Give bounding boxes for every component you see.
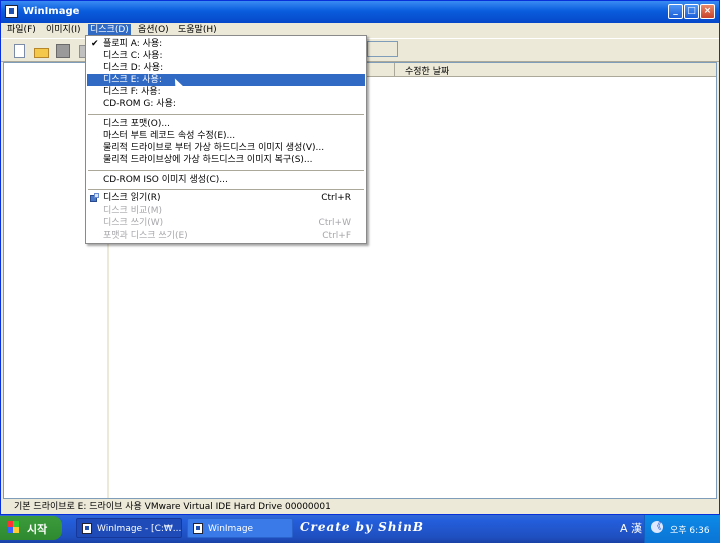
start-label: 시작 <box>27 523 48 536</box>
minimize-button[interactable]: _ <box>668 4 683 19</box>
menu-item-disk-f[interactable]: 디스크 F: 사용: <box>87 86 365 98</box>
start-button[interactable]: 시작 <box>0 516 62 540</box>
menu-item-create-iso[interactable]: CD-ROM ISO 이미지 생성(C)... <box>87 174 365 186</box>
brand-watermark: Create by ShinB <box>300 520 424 534</box>
menu-item-compare-disk: 디스크 비교(M) <box>87 205 365 217</box>
window-title: WinImage <box>23 6 80 17</box>
menu-item-cdrom-g[interactable]: CD-ROM G: 사용: <box>87 98 365 110</box>
check-icon: ✔ <box>91 39 99 49</box>
taskbar: 시작 WinImage - [C:₩... WinImage Create by… <box>0 515 720 543</box>
menu-item-format-and-write: 포맷과 디스크 쓰기(E) Ctrl+F <box>87 230 365 242</box>
winimage-app-icon[interactable] <box>5 5 18 18</box>
read-disk-icon <box>90 193 100 203</box>
menu-item-label: 디스크 D: 사용: <box>103 63 164 73</box>
system-tray: 《 오후 6:36 <box>644 515 720 543</box>
menu-item-write-disk: 디스크 쓰기(W) Ctrl+W <box>87 217 365 229</box>
menu-item-floppy-a[interactable]: ✔ 플로피 A: 사용: <box>87 38 365 50</box>
menu-item-label: 물리적 드라이브상에 가상 하드디스크 이미지 복구(S)... <box>103 155 313 165</box>
menu-item-label: 포맷과 디스크 쓰기(E) <box>103 231 188 241</box>
menu-item-label: CD-ROM ISO 이미지 생성(C)... <box>103 175 228 185</box>
status-bar: 기본 드라이브로 E: 드라이브 사용 VMware Virtual IDE H… <box>14 502 331 512</box>
column-modified-date[interactable]: 수정한 날짜 <box>405 64 449 77</box>
menu-file[interactable]: 파일(F) <box>5 24 38 36</box>
menu-item-create-vhd[interactable]: 물리적 드라이브로 부터 가상 하드디스크 이미지 생성(V)... <box>87 142 365 154</box>
disk-menu-dropdown: ✔ 플로피 A: 사용: 디스크 C: 사용: 디스크 D: 사용: 디스크 E… <box>85 35 367 244</box>
menu-item-format-disk[interactable]: 디스크 포맷(O)... <box>87 118 365 130</box>
menu-item-shortcut: Ctrl+W <box>318 218 351 228</box>
menu-item-label: 디스크 E: 사용: <box>103 75 162 85</box>
new-file-icon[interactable] <box>10 42 28 60</box>
column-separator[interactable] <box>394 63 395 76</box>
menu-item-shortcut: Ctrl+R <box>321 193 351 203</box>
menu-item-disk-c[interactable]: 디스크 C: 사용: <box>87 50 365 62</box>
menu-item-label: CD-ROM G: 사용: <box>103 99 176 109</box>
menu-separator <box>88 114 364 115</box>
maximize-button[interactable]: □ <box>684 4 699 19</box>
show-hidden-icons-icon[interactable]: 《 <box>651 521 663 533</box>
menu-item-restore-vhd[interactable]: 물리적 드라이브상에 가상 하드디스크 이미지 복구(S)... <box>87 154 365 166</box>
open-folder-icon[interactable] <box>32 42 50 60</box>
menu-item-label: 디스크 C: 사용: <box>103 51 163 61</box>
menu-item-label: 디스크 F: 사용: <box>103 87 161 97</box>
menu-item-label: 플로피 A: 사용: <box>103 39 163 49</box>
menu-separator <box>88 170 364 171</box>
windows-logo-icon <box>7 521 19 533</box>
title-bar[interactable]: WinImage _ □ × <box>1 1 719 23</box>
menu-item-label: 마스터 부트 레코드 속성 수정(E)... <box>103 131 236 141</box>
menu-item-disk-e[interactable]: 디스크 E: 사용: <box>87 74 365 86</box>
menu-item-label: 물리적 드라이브로 부터 가상 하드디스크 이미지 생성(V)... <box>103 143 325 153</box>
menu-item-label: 디스크 비교(M) <box>103 206 163 216</box>
save-icon[interactable] <box>54 42 72 60</box>
menu-item-label: 디스크 포맷(O)... <box>103 119 170 129</box>
winimage-task-icon <box>193 523 203 534</box>
close-button[interactable]: × <box>700 4 715 19</box>
menu-image[interactable]: 이미지(I) <box>44 24 83 36</box>
menu-item-disk-d[interactable]: 디스크 D: 사용: <box>87 62 365 74</box>
ime-indicator[interactable]: A 漢 <box>620 520 642 536</box>
menu-separator <box>88 189 364 190</box>
menu-item-label: 디스크 읽기(R) <box>103 193 161 203</box>
taskbar-item-winimage[interactable]: WinImage <box>187 518 293 538</box>
clock[interactable]: 오후 6:36 <box>670 523 710 536</box>
menu-item-label: 디스크 쓰기(W) <box>103 218 164 228</box>
menu-item-read-disk[interactable]: 디스크 읽기(R) Ctrl+R <box>87 192 365 204</box>
path-box[interactable] <box>367 41 398 57</box>
task-label: WinImage <box>208 524 254 534</box>
menu-item-shortcut: Ctrl+F <box>322 231 351 241</box>
menu-item-edit-mbr[interactable]: 마스터 부트 레코드 속성 수정(E)... <box>87 130 365 142</box>
winimage-task-icon <box>82 523 92 534</box>
taskbar-item-winimage-file[interactable]: WinImage - [C:₩... <box>76 518 182 538</box>
task-label: WinImage - [C:₩... <box>97 524 182 534</box>
